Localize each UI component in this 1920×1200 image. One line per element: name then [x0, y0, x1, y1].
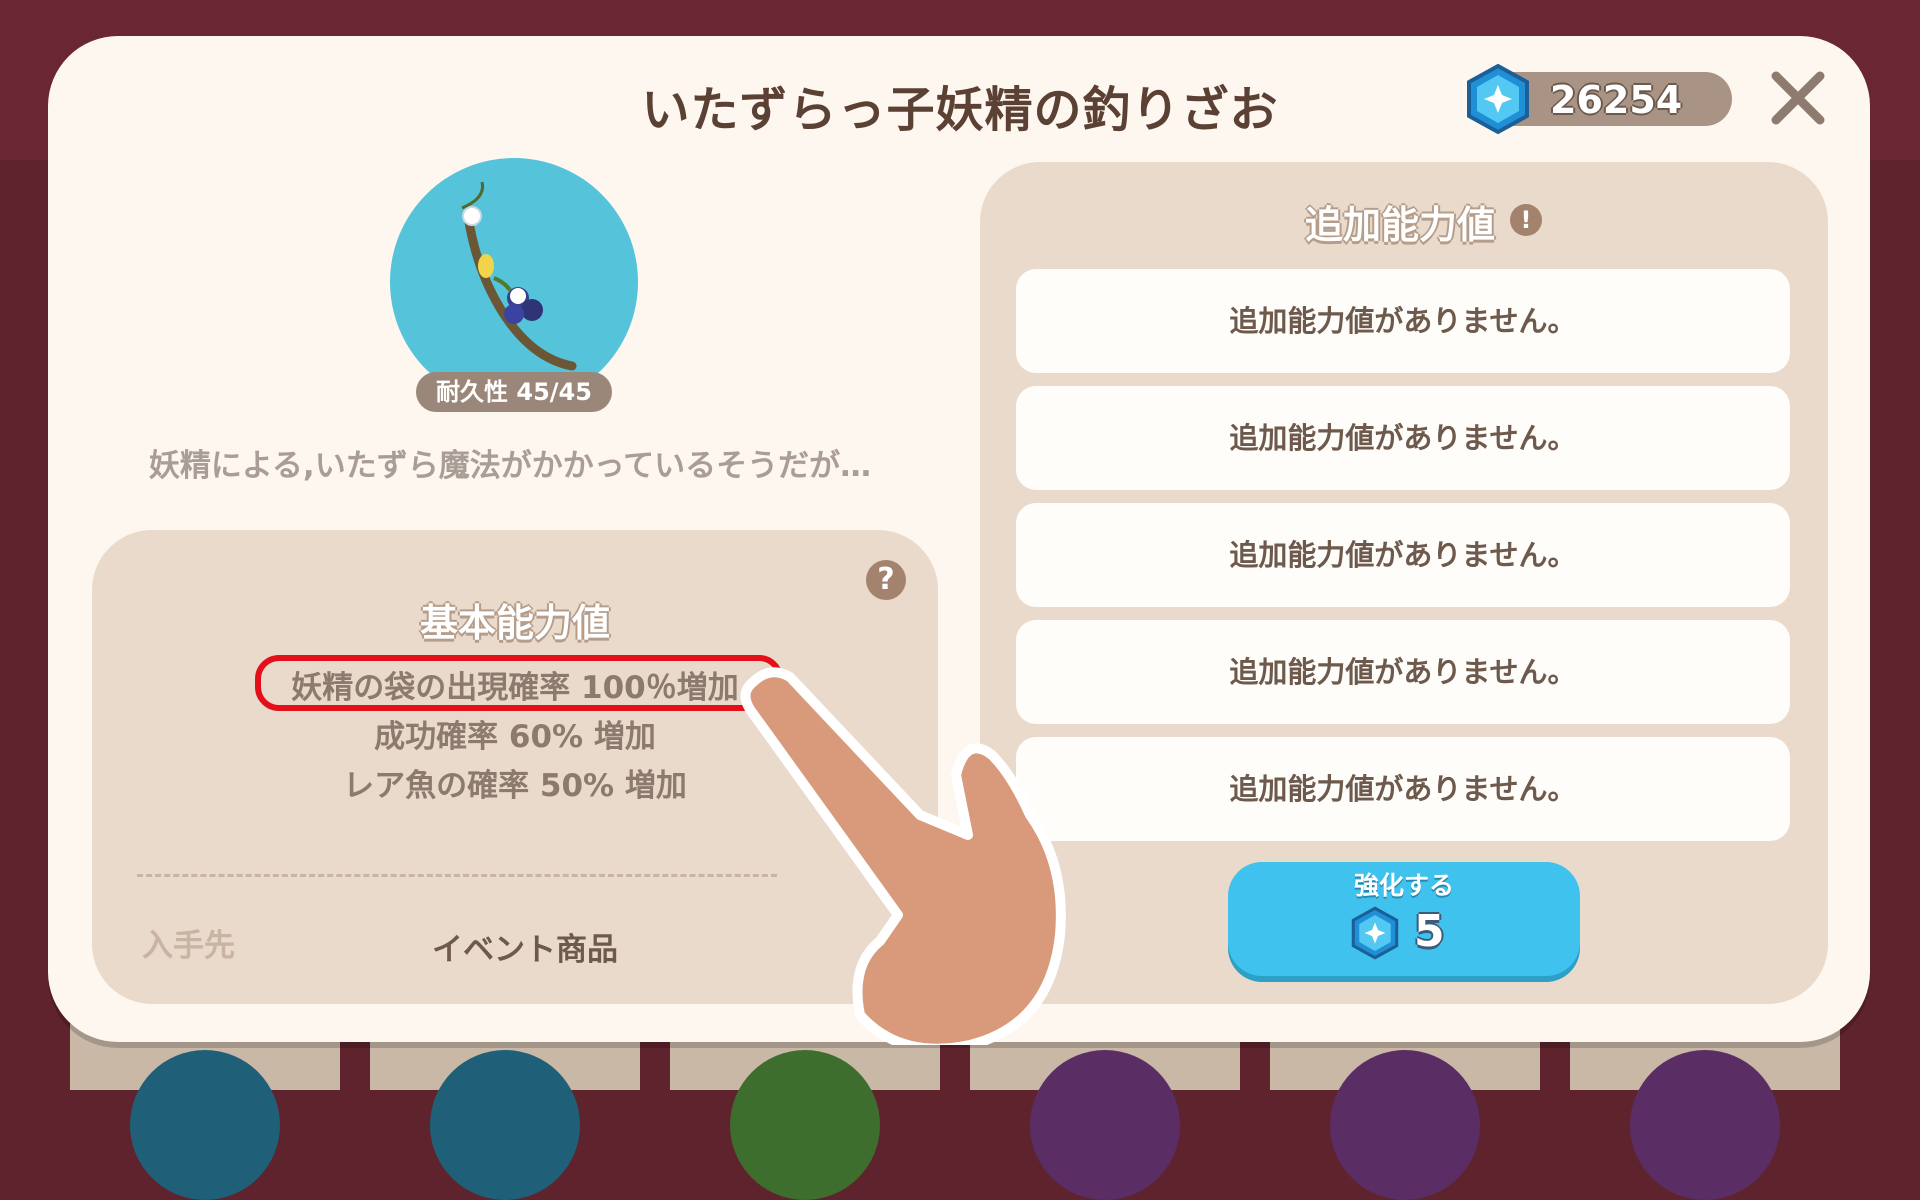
pointing-hand-icon	[730, 665, 1070, 1054]
upgrade-label: 強化する	[1353, 871, 1454, 900]
extra-stat-slot: 追加能力値がありません。	[1016, 737, 1790, 841]
base-stats-title: 基本能力値	[419, 601, 610, 645]
upgrade-button[interactable]: 強化する 5	[1228, 862, 1580, 976]
extra-stat-slot: 追加能力値がありません。	[1016, 503, 1790, 607]
extra-stats-title: 追加能力値	[1304, 203, 1495, 247]
item-description: 妖精による,いたずら魔法がかかっているそうだが…	[148, 448, 872, 484]
close-button[interactable]	[1768, 68, 1828, 128]
extra-stat-slot: 追加能力値がありません。	[1016, 386, 1790, 490]
item-image	[390, 158, 638, 406]
fishing-rod-icon	[461, 181, 577, 371]
close-icon	[1771, 71, 1825, 125]
divider	[137, 874, 777, 877]
blue-gem-icon	[1348, 906, 1402, 960]
extra-stat-slot: 追加能力値がありません。	[1016, 269, 1790, 373]
source-value: イベント商品	[432, 932, 618, 968]
extra-stat-slot: 追加能力値がありません。	[1016, 620, 1790, 724]
durability-badge: 耐久性 45/45	[416, 372, 612, 412]
upgrade-cost: 5	[1414, 906, 1445, 957]
currency-display: 26254	[1467, 63, 1732, 135]
blue-gem-icon	[1462, 63, 1534, 135]
exclamation-icon[interactable]: !	[1510, 204, 1542, 236]
highlight-circle	[255, 655, 783, 711]
currency-amount: 26254	[1550, 78, 1683, 122]
source-label: 入手先	[142, 928, 235, 964]
